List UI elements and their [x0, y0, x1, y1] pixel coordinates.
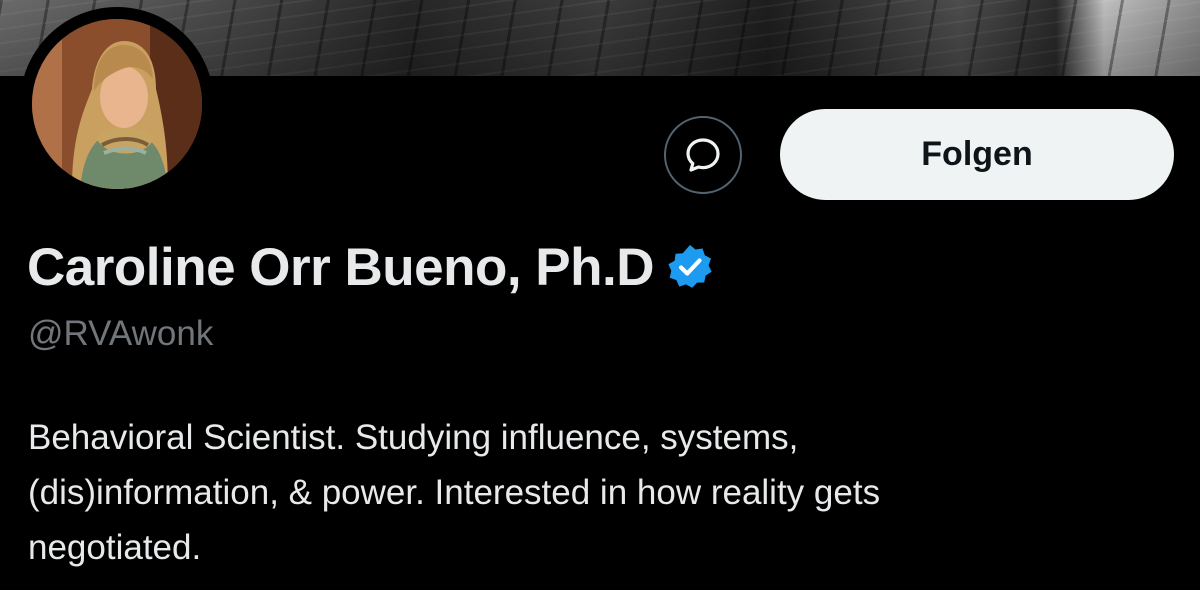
follow-button[interactable]: Folgen — [780, 109, 1174, 200]
verified-badge-icon — [666, 243, 714, 291]
bio-line: (dis)information, & power. Interested in… — [28, 473, 881, 512]
message-button[interactable] — [664, 116, 742, 194]
follow-button-label: Folgen — [921, 135, 1033, 173]
message-bubble-icon — [686, 138, 720, 172]
profile-bio: Behavioral Scientist. Studying influence… — [28, 410, 1148, 575]
display-name: Caroline Orr Bueno, Ph.D — [27, 237, 655, 297]
avatar-photo — [32, 19, 202, 189]
profile-handle: @RVAwonk — [28, 314, 214, 353]
bio-line: Behavioral Scientist. Studying influence… — [28, 418, 799, 457]
avatar[interactable] — [32, 19, 202, 189]
profile-name-row: Caroline Orr Bueno, Ph.D — [27, 232, 714, 302]
bio-line: negotiated. — [28, 528, 202, 567]
